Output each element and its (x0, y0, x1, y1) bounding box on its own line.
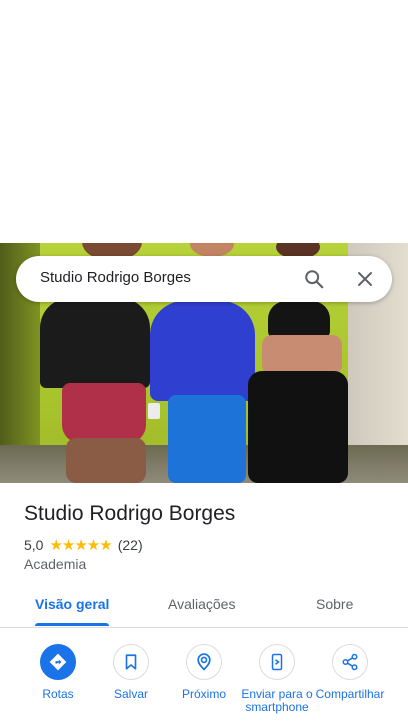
photo-outlet (148, 403, 160, 419)
person-3-leggings (248, 371, 348, 483)
send-to-phone-icon (259, 644, 295, 680)
person-1 (40, 298, 150, 388)
person-3 (268, 301, 330, 339)
share-button[interactable]: Compartilhar (314, 644, 386, 701)
nearby-label: Próximo (181, 687, 226, 701)
tab-overview[interactable]: Visão geral (35, 596, 109, 612)
directions-button[interactable]: Rotas (22, 644, 94, 701)
share-label: Compartilhar (315, 687, 385, 701)
nearby-icon (186, 644, 222, 680)
star-rating-icon: ★★★★★ (49, 537, 112, 554)
person-1-shorts (62, 383, 146, 443)
person-2-leggings (168, 395, 246, 483)
save-label: Salvar (113, 687, 148, 701)
person-1-legs (66, 438, 146, 483)
send-to-phone-label: Enviar para o smartphone (241, 687, 313, 714)
place-title: Studio Rodrigo Borges (24, 502, 236, 525)
tab-reviews[interactable]: Avaliações (168, 596, 235, 612)
person-3-torso (262, 335, 342, 375)
search-icon[interactable] (302, 267, 326, 291)
directions-icon (40, 644, 76, 680)
bookmark-icon (113, 644, 149, 680)
nearby-button[interactable]: Próximo (168, 644, 240, 701)
person-2 (150, 301, 255, 401)
active-tab-indicator (35, 623, 109, 626)
search-query[interactable]: Studio Rodrigo Borges (40, 269, 191, 286)
share-icon (332, 644, 368, 680)
rating-value: 5,0 (24, 537, 44, 553)
send-to-phone-button[interactable]: Enviar para o smartphone (241, 644, 313, 714)
search-bar[interactable]: Studio Rodrigo Borges (16, 256, 392, 302)
rating-row[interactable]: 5,0 ★★★★★ (22) (24, 536, 143, 554)
tab-about[interactable]: Sobre (316, 596, 353, 612)
review-count[interactable]: (22) (118, 537, 143, 553)
action-bar: Rotas Salvar Próximo Enviar para o smart… (0, 640, 408, 726)
place-category[interactable]: Academia (24, 556, 86, 572)
directions-label: Rotas (42, 687, 74, 701)
tab-bar: Visão geral Avaliações Sobre (0, 585, 408, 628)
close-icon[interactable] (353, 267, 377, 291)
save-button[interactable]: Salvar (95, 644, 167, 701)
